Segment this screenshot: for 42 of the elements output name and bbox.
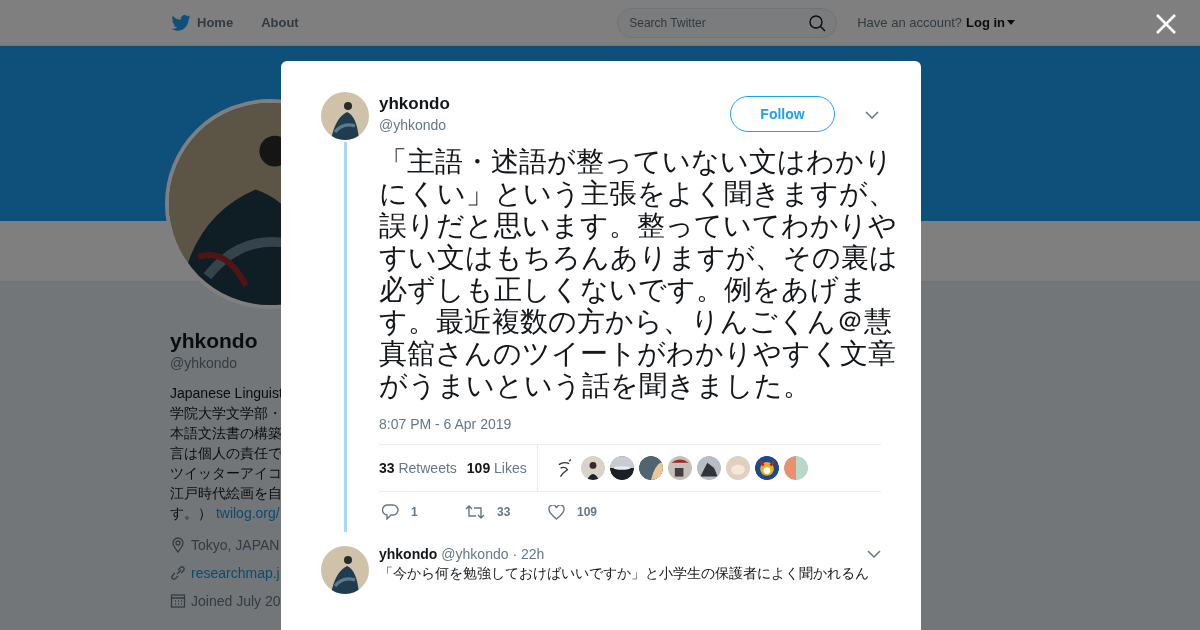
bio-text: 言は個人の責任で (170, 444, 282, 463)
follow-button[interactable]: Follow (730, 96, 835, 132)
speech-bubble-icon[interactable] (382, 504, 399, 520)
like-count[interactable]: 109 Likes (466, 460, 527, 476)
profile-name: yhkondo (170, 329, 259, 354)
bio-text: 学院大学文学部・ (170, 404, 282, 423)
heart-icon[interactable] (548, 504, 565, 520)
reply-author-name[interactable]: yhkondo (379, 546, 438, 562)
profile-joined: Joined July 20 (191, 593, 281, 609)
nav-link[interactable]: Home (171, 14, 234, 31)
search-icon[interactable] (809, 14, 827, 32)
retweet-total: 33 (497, 505, 511, 519)
retweet-icon[interactable] (465, 505, 485, 519)
reply-text: 「今から何を勉強しておけばいいですか」と小学生の保護者によく聞かれるん (379, 565, 870, 582)
account-prompt: Have an account? (857, 15, 962, 30)
caret-icon (1007, 20, 1015, 25)
link-icon (170, 565, 186, 581)
nav-link[interactable]: About (261, 15, 299, 30)
bio-text: 江戸時代絵画を自 (170, 484, 282, 503)
bio-text: す。） (170, 505, 212, 521)
bio-text: Japanese Linguist (170, 384, 282, 403)
bird-icon (171, 14, 191, 31)
location-pin-icon (170, 537, 186, 553)
retweet-count[interactable]: 33 Retweets (379, 460, 457, 476)
tweet-timestamp[interactable]: 8:07 PM - 6 Apr 2019 (379, 416, 881, 432)
profile-handle: @yhkondo (170, 355, 239, 371)
author-name[interactable]: yhkondo (379, 94, 720, 114)
author-handle[interactable]: @yhkondo (379, 117, 720, 133)
bio-text: ツイッターアイコ (170, 464, 282, 483)
chevron-down-icon[interactable] (867, 550, 881, 558)
chevron-down-icon[interactable] (865, 111, 879, 119)
close-icon[interactable] (1155, 13, 1177, 35)
reply-time[interactable]: · 22h (512, 546, 545, 562)
reply-count: 1 (411, 505, 418, 519)
like-total: 109 (577, 505, 598, 519)
login-link[interactable]: Log in (966, 15, 1015, 30)
bio-text: 本語文法書の構築 (170, 424, 282, 443)
profile-location: Tokyo, JAPAN (191, 537, 280, 553)
tweet-text: 「主語・述語が整っていない文はわかりにくい」という主張をよく聞きますが、誤りだと思います。整っていてわかりやすい文はもちろんありますが、その裏は必ずしも正しくないです。例をあげます。最近複数の方から、りんごくん＠慧真舘さんのツイートがわかりやすく文章がうまいという話を聞きました。 (379, 146, 899, 402)
search-field[interactable]: Search Twitter (617, 7, 838, 38)
reply-author-handle[interactable]: @yhkondo (441, 546, 509, 562)
calendar-icon (170, 593, 186, 609)
